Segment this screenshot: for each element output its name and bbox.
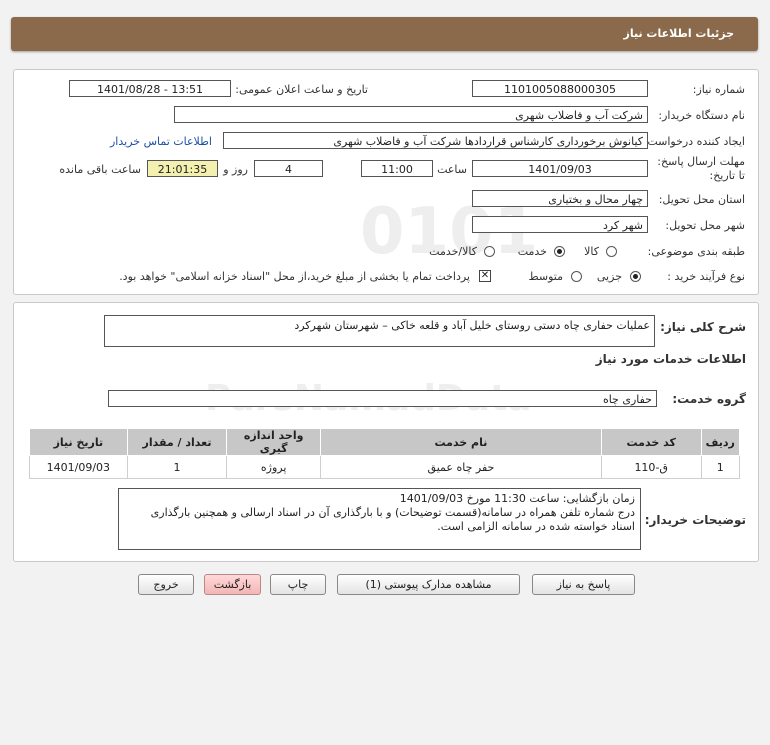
cell-unit: پروژه bbox=[226, 455, 321, 479]
col-need-date: تاریخ نیاز bbox=[29, 428, 128, 456]
payment-text: پرداخت تمام یا بخشی از مبلغ خرید،از محل … bbox=[119, 270, 470, 283]
city-field: شهر کرد bbox=[472, 216, 648, 233]
process-label: نوع فرآیند خرید : bbox=[667, 270, 745, 283]
buyer-org-field: شرکت آب و فاضلاب شهری bbox=[174, 106, 648, 123]
service-group-label: گروه خدمت: bbox=[672, 392, 746, 406]
province-field: چهار محال و بختیاری bbox=[472, 190, 648, 207]
payment-checkbox[interactable]: ✕ bbox=[479, 270, 491, 282]
category-radio-goods[interactable] bbox=[606, 246, 617, 257]
process-radio-minor[interactable] bbox=[630, 271, 641, 282]
need-info-panel bbox=[13, 69, 759, 295]
table-row: 1 ق-110 حفر چاه عمیق پروژه 1 1401/09/03 bbox=[29, 455, 741, 479]
summary-field: عملیات حفاری چاه دستی روستای خلیل آباد و… bbox=[104, 315, 655, 347]
requester-field: کیانوش برخورداری کارشناس قراردادها شرکت … bbox=[223, 132, 648, 149]
col-unit: واحد اندازه گیری bbox=[226, 428, 321, 456]
back-button[interactable]: بازگشت bbox=[204, 574, 261, 595]
days-label: روز و bbox=[223, 163, 248, 176]
remaining-label: ساعت باقی مانده bbox=[59, 163, 141, 176]
print-button[interactable]: چاپ bbox=[270, 574, 326, 595]
deadline-date-field: 1401/09/03 bbox=[472, 160, 648, 177]
services-table: ردیف کد خدمت نام خدمت واحد اندازه گیری ت… bbox=[29, 428, 741, 479]
requester-label: ایجاد کننده درخواست: bbox=[643, 135, 745, 148]
page-title: جزئیات اطلاعات نیاز bbox=[623, 27, 735, 40]
table-header-row: ردیف کد خدمت نام خدمت واحد اندازه گیری ت… bbox=[29, 428, 741, 456]
announce-label: تاریخ و ساعت اعلان عمومی: bbox=[235, 83, 368, 96]
cell-row-number: 1 bbox=[700, 455, 741, 479]
cell-need-date: 1401/09/03 bbox=[29, 455, 128, 479]
process-option-minor: جزیی bbox=[596, 270, 622, 283]
buyer-notes-field: زمان بازگشایی: ساعت 11:30 مورخ 1401/09/0… bbox=[118, 488, 641, 550]
need-number-label: شماره نیاز: bbox=[692, 83, 745, 96]
need-number-field: 1101005088000305 bbox=[472, 80, 648, 97]
buyer-org-label: نام دستگاه خریدار: bbox=[658, 109, 745, 122]
process-radio-medium[interactable] bbox=[571, 271, 582, 282]
cell-service-name: حفر چاه عمیق bbox=[319, 455, 602, 479]
attachments-button[interactable]: مشاهده مدارک پیوستی (1) bbox=[337, 574, 520, 595]
province-label: استان محل تحویل: bbox=[658, 193, 745, 206]
days-field: 4 bbox=[254, 160, 323, 177]
col-row-number: ردیف bbox=[700, 428, 741, 456]
category-option-goods-service: کالا/خدمت bbox=[429, 245, 477, 258]
services-heading: اطلاعات خدمات مورد نیاز bbox=[595, 352, 746, 366]
buyer-notes-line1: زمان بازگشایی: ساعت 11:30 مورخ 1401/09/0… bbox=[399, 492, 635, 505]
category-option-service: خدمت bbox=[517, 245, 547, 258]
col-service-name: نام خدمت bbox=[319, 428, 602, 456]
buyer-notes-label: توضیحات خریدار: bbox=[644, 513, 746, 527]
cell-service-code: ق-110 bbox=[600, 455, 702, 479]
exit-button[interactable]: خروج bbox=[138, 574, 194, 595]
process-option-medium: متوسط bbox=[528, 270, 563, 283]
page-header: جزئیات اطلاعات نیاز bbox=[11, 17, 758, 51]
services-table-wrap: ردیف کد خدمت نام خدمت واحد اندازه گیری ت… bbox=[29, 428, 741, 479]
category-radio-goods-service[interactable] bbox=[484, 246, 495, 257]
col-quantity: تعداد / مقدار bbox=[126, 428, 228, 456]
deadline-hour-label: ساعت bbox=[437, 163, 467, 176]
deadline-time-field: 11:00 bbox=[361, 160, 433, 177]
remaining-time-field: 21:01:35 bbox=[147, 160, 218, 177]
announce-field: 1401/08/28 - 13:51 bbox=[69, 80, 231, 97]
service-group-field: حفاری چاه bbox=[108, 390, 657, 407]
col-service-code: کد خدمت bbox=[600, 428, 702, 456]
buyer-notes-line2: درج شماره تلفن همراه در سامانه(قسمت توضی… bbox=[150, 506, 635, 533]
reply-button[interactable]: پاسخ به نیاز bbox=[532, 574, 635, 595]
category-label: طبقه بندی موضوعی: bbox=[647, 245, 745, 258]
deadline-label: مهلت ارسال پاسخ: تا تاریخ: bbox=[657, 155, 745, 182]
cell-quantity: 1 bbox=[126, 455, 228, 479]
category-option-goods: کالا bbox=[584, 245, 599, 258]
city-label: شهر محل تحویل: bbox=[665, 219, 745, 232]
summary-label: شرح کلی نیاز: bbox=[660, 320, 746, 334]
buyer-contact-link[interactable]: اطلاعات تماس خریدار bbox=[110, 135, 212, 148]
category-radio-service[interactable] bbox=[554, 246, 565, 257]
